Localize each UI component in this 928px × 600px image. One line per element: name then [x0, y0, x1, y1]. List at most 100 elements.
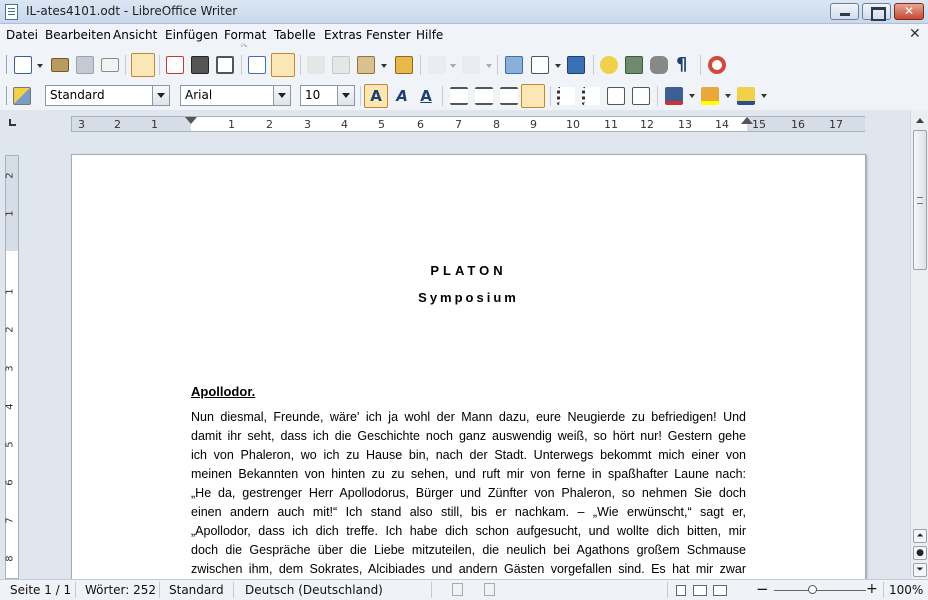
clone-formatting-icon[interactable] [395, 56, 413, 74]
navigator-icon[interactable] [600, 56, 618, 74]
next-page-icon[interactable]: ⏷ [913, 563, 927, 577]
close-window-button[interactable] [894, 3, 924, 20]
new-dropdown-icon[interactable] [37, 64, 43, 68]
draw-functions-icon[interactable] [567, 56, 585, 74]
highlighting-icon[interactable] [701, 87, 719, 105]
cut-icon[interactable] [307, 56, 325, 74]
font-size-combo[interactable]: 10 [300, 85, 355, 106]
autospellcheck-icon[interactable] [271, 53, 295, 77]
numbering-icon[interactable] [557, 87, 575, 105]
menu-extras[interactable]: Extras [324, 28, 362, 42]
email-icon[interactable] [101, 58, 119, 72]
underline-icon[interactable]: A [417, 87, 435, 105]
font-name-combo[interactable]: Arial [180, 85, 291, 106]
page-count[interactable]: Seite 1 / 1 [10, 583, 71, 597]
page-style[interactable]: Standard [169, 583, 224, 597]
menu-fenster[interactable]: Fenster [366, 28, 411, 42]
chevron-down-icon[interactable] [152, 86, 169, 105]
vertical-scrollbar[interactable]: ⏶ ● ⏷ [910, 110, 928, 579]
left-indent-marker[interactable] [185, 117, 197, 124]
document-area[interactable]: PLATON Symposium Apollodor. Nun diesmal,… [22, 137, 910, 579]
hyperlink-icon[interactable] [505, 56, 523, 74]
previous-page-icon[interactable]: ⏶ [913, 529, 927, 543]
vertical-ruler[interactable]: 2 1 1 2 3 4 5 6 7 8 [5, 155, 19, 579]
ruler-row: 3 2 1 1 2 3 4 5 6 7 8 9 10 11 12 13 14 15 16 17 [0, 110, 928, 137]
styles-formatting-icon[interactable] [13, 87, 31, 105]
right-indent-marker[interactable] [741, 117, 753, 124]
navigation-icon[interactable]: ● [913, 546, 927, 560]
chevron-down-icon[interactable] [337, 86, 354, 105]
zoom-level[interactable]: 100% [889, 583, 923, 597]
single-page-view-icon[interactable] [676, 585, 686, 596]
open-icon[interactable] [51, 58, 69, 72]
justify-icon[interactable] [521, 84, 545, 108]
align-left-icon[interactable] [450, 87, 468, 105]
bullets-icon[interactable] [582, 87, 600, 105]
horizontal-ruler[interactable]: 3 2 1 1 2 3 4 5 6 7 8 9 10 11 12 13 14 15 16 17 [71, 116, 865, 132]
book-view-icon[interactable] [713, 585, 727, 596]
copy-icon[interactable] [332, 56, 350, 74]
zoom-slider-track[interactable] [774, 590, 866, 591]
print-preview-icon[interactable] [216, 56, 234, 74]
vertical-ruler-number: 8 [4, 555, 16, 562]
align-center-icon[interactable] [475, 87, 493, 105]
paste-icon[interactable] [357, 56, 375, 74]
save-icon[interactable] [76, 56, 94, 74]
multi-page-view-icon[interactable] [693, 585, 707, 596]
paragraph-style-combo[interactable]: Standard [45, 85, 170, 106]
highlighting-dropdown-icon[interactable] [725, 94, 731, 98]
menu-bearbeiten[interactable]: Bearbeiten [45, 28, 111, 42]
menu-tabelle[interactable]: Tabelle [274, 28, 316, 42]
new-document-icon[interactable] [14, 56, 32, 74]
print-icon[interactable] [191, 56, 209, 74]
word-count[interactable]: Wörter: 252 [85, 583, 156, 597]
spellcheck-icon[interactable] [248, 56, 266, 74]
document-modified-icon[interactable] [484, 583, 495, 596]
undo-dropdown-icon[interactable] [450, 64, 456, 68]
formatting-marks-icon[interactable]: ¶ [676, 54, 694, 75]
export-pdf-icon[interactable] [166, 56, 184, 74]
zoom-slider-thumb[interactable] [808, 585, 817, 594]
insert-mode-icon[interactable] [452, 583, 463, 596]
italic-icon[interactable]: A [393, 87, 411, 105]
zoom-out-icon[interactable]: − [756, 580, 769, 598]
table-icon[interactable] [531, 56, 549, 74]
gallery-icon[interactable] [625, 56, 643, 74]
toolbar-grip-2[interactable] [6, 86, 7, 105]
scroll-up-icon[interactable] [913, 114, 927, 128]
table-dropdown-icon[interactable] [555, 64, 561, 68]
body-paragraph[interactable]: Nun diesmal, Freunde, wäre' ich ja wohl … [191, 408, 746, 579]
undo-icon[interactable] [428, 56, 446, 74]
chevron-down-icon[interactable] [273, 86, 290, 105]
font-color-dropdown-icon[interactable] [689, 94, 695, 98]
toolbar-grip[interactable] [6, 55, 7, 74]
ruler-number: 16 [791, 118, 805, 131]
language-status[interactable]: Deutsch (Deutschland) [245, 583, 383, 597]
scroll-thumb[interactable] [913, 130, 927, 270]
menu-datei[interactable]: Datei [6, 28, 38, 42]
menu-ansicht[interactable]: Ansicht [113, 28, 157, 42]
minimize-button[interactable] [830, 3, 859, 20]
data-sources-icon[interactable] [650, 56, 668, 74]
close-document-icon[interactable]: ✕ [909, 26, 921, 42]
help-icon[interactable] [708, 56, 726, 74]
redo-dropdown-icon[interactable] [486, 64, 492, 68]
document-page[interactable]: PLATON Symposium Apollodor. Nun diesmal,… [71, 154, 866, 579]
menu-format[interactable]: Format [224, 28, 266, 42]
background-color-dropdown-icon[interactable] [761, 94, 767, 98]
menu-einfuegen[interactable]: Einfügen [165, 28, 218, 42]
edit-mode-icon[interactable] [131, 53, 155, 77]
tab-stop-icon[interactable] [9, 119, 16, 126]
decrease-indent-icon[interactable] [607, 87, 625, 105]
font-color-icon[interactable] [665, 87, 683, 105]
background-color-icon[interactable] [737, 87, 755, 105]
maximize-button[interactable] [862, 3, 891, 21]
ruler-number: 2 [266, 118, 273, 131]
increase-indent-icon[interactable] [632, 87, 650, 105]
zoom-in-icon[interactable]: + [866, 581, 878, 597]
menu-hilfe[interactable]: Hilfe [416, 28, 443, 42]
paste-dropdown-icon[interactable] [381, 64, 387, 68]
redo-icon[interactable] [462, 56, 480, 74]
bold-icon[interactable]: A [364, 84, 388, 108]
align-right-icon[interactable] [500, 87, 518, 105]
